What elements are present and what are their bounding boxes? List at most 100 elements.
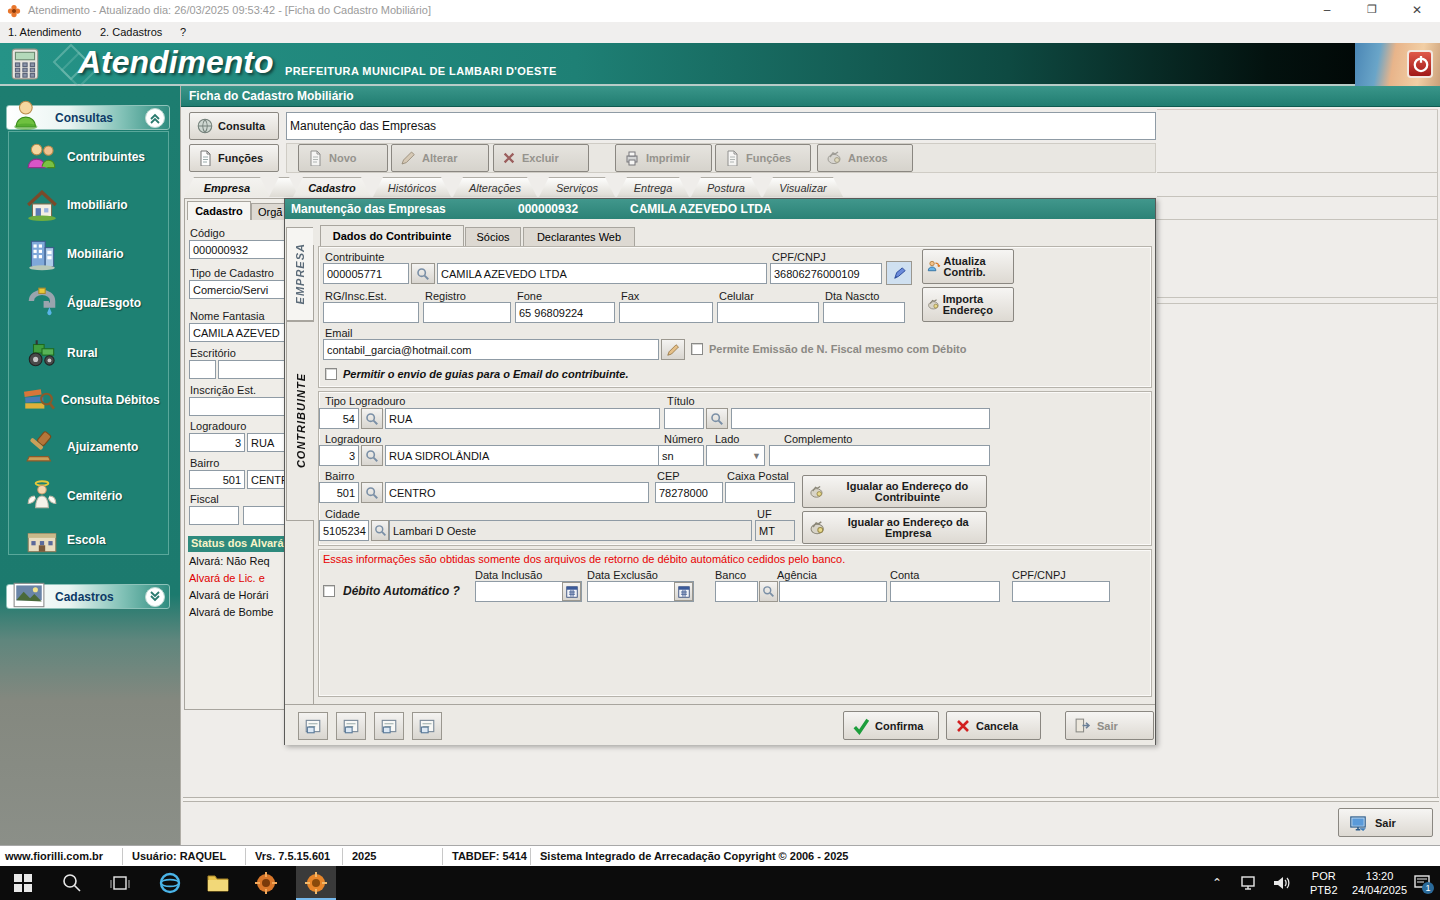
confirma-button[interactable]: Confirma — [843, 711, 939, 740]
panel-tab-cadastro[interactable]: Cadastro — [187, 201, 251, 220]
nav-button-2[interactable] — [336, 712, 366, 740]
explorer-button[interactable] — [206, 872, 230, 894]
expand-circle[interactable] — [145, 587, 165, 607]
conta-field[interactable] — [890, 581, 1000, 602]
tray-chevron[interactable]: ⌃ — [1212, 876, 1222, 890]
permite-nf-checkbox[interactable] — [691, 343, 703, 355]
lang-indicator[interactable]: POR PTB2 — [1310, 869, 1338, 897]
banco-search[interactable] — [759, 581, 778, 602]
minimize-button[interactable]: – — [1312, 3, 1342, 19]
cancela-button[interactable]: Cancela — [946, 711, 1041, 740]
volume-icon[interactable] — [1272, 874, 1292, 896]
contribuinte-search-button[interactable] — [411, 263, 435, 284]
panel-logradouro-num[interactable]: 3 — [189, 433, 245, 452]
cep-field[interactable]: 78278000 — [655, 482, 723, 503]
funcoes-button[interactable]: Funções — [189, 144, 279, 172]
logradouro-code[interactable]: 3 — [319, 445, 359, 466]
menu-atendimento[interactable]: 1. Atendimento — [8, 26, 81, 38]
close-button[interactable]: ✕ — [1402, 3, 1432, 19]
app1-button[interactable] — [254, 871, 278, 895]
subtab-socios[interactable]: Sócios — [465, 227, 521, 246]
sidebar-item-rural[interactable]: Rural — [67, 346, 98, 360]
funcoes2-button[interactable]: Funções — [715, 144, 811, 172]
novo-button[interactable]: Novo — [298, 144, 388, 172]
excluir-button[interactable]: Excluir — [493, 144, 589, 172]
taskbar-search[interactable] — [62, 873, 82, 893]
nav-button-1[interactable] — [298, 712, 328, 740]
caixa-postal-field[interactable] — [725, 482, 795, 503]
restore-button[interactable]: ❐ — [1357, 3, 1387, 19]
sidebar-item-contribuintes[interactable]: Contribuintes — [67, 150, 145, 164]
dtanascto-field[interactable] — [823, 302, 905, 323]
lado-select[interactable]: ▼ — [706, 445, 765, 466]
agencia-field[interactable] — [779, 581, 887, 602]
cidade-code[interactable]: 5105234 — [319, 520, 369, 541]
side-tab-contribuinte[interactable]: CONTRIBUINTE — [286, 321, 314, 521]
sidebar-item-cemiterio[interactable]: Cemitério — [67, 489, 122, 503]
email-field[interactable]: contabil_garcia@hotmail.com — [323, 339, 659, 360]
tab-historicos[interactable]: Históricos — [373, 177, 451, 197]
tab-postura[interactable]: Postura — [691, 177, 761, 197]
tab-servicos[interactable]: Serviços — [539, 177, 615, 197]
sidebar-item-agua[interactable]: Água/Esgoto — [67, 296, 141, 310]
alterar-button[interactable]: Alterar — [391, 144, 489, 172]
collapse-circle[interactable] — [145, 108, 165, 128]
sidebar-item-imobiliario[interactable]: Imobiliário — [67, 198, 128, 212]
data-inclusao-cal[interactable] — [562, 582, 581, 601]
tab-alteracoes[interactable]: Alterações — [453, 177, 537, 197]
atualiza-contrib-button[interactable]: Atualiza Contrib. — [922, 249, 1014, 284]
bottom-sair-button[interactable]: Sair — [1338, 808, 1433, 837]
permitir-guias-checkbox[interactable] — [325, 368, 337, 380]
importa-endereco-button[interactable]: Importa Endereço — [922, 287, 1014, 322]
titulo-name[interactable] — [731, 408, 990, 429]
contribuinte-name-field[interactable]: CAMILA AZEVEDO LTDA — [437, 263, 767, 284]
modal-sair-button[interactable]: Sair — [1065, 711, 1154, 740]
menu-cadastros[interactable]: 2. Cadastros — [100, 26, 162, 38]
fax-field[interactable] — [619, 302, 713, 323]
registro-field[interactable] — [423, 302, 511, 323]
app2-button-active[interactable] — [296, 866, 336, 900]
tab-cadastro[interactable]: Cadastro — [293, 177, 371, 197]
clock[interactable]: 13:20 24/04/2025 — [1352, 869, 1407, 897]
imprimir-button[interactable]: Imprimir — [615, 144, 712, 172]
data-exclusao-cal[interactable] — [674, 582, 693, 601]
cidade-search[interactable] — [371, 520, 389, 541]
fone-field[interactable]: 65 96809224 — [515, 302, 615, 323]
titulo-search[interactable] — [706, 408, 728, 429]
query-field[interactable]: Manutenção das Empresas — [286, 112, 1156, 140]
bairro-code[interactable]: 501 — [319, 482, 359, 503]
debito-automatico-checkbox[interactable] — [323, 585, 335, 597]
ie-button[interactable] — [158, 871, 182, 895]
anexos-button[interactable]: Anexos — [817, 144, 913, 172]
cpf-edit-button[interactable] — [886, 261, 912, 285]
nav-button-4[interactable] — [412, 712, 442, 740]
nav-button-3[interactable] — [374, 712, 404, 740]
numero-field[interactable]: sn — [658, 445, 704, 466]
rg-field[interactable] — [323, 302, 419, 323]
panel-bairro-num[interactable]: 501 — [189, 470, 245, 489]
sidebar-item-escola[interactable]: Escola — [67, 533, 106, 547]
tab-empresa[interactable]: Empresa — [184, 177, 270, 197]
sidebar-item-mobiliario[interactable]: Mobiliário — [67, 247, 124, 261]
subtab-dados[interactable]: Dados do Contribuinte — [320, 225, 464, 246]
task-view-button[interactable] — [110, 873, 130, 893]
network-icon[interactable] — [1240, 874, 1260, 896]
cpf-field[interactable]: 36806276000109 — [770, 263, 882, 284]
debito-cpf-field[interactable] — [1012, 581, 1110, 602]
titulo-field[interactable] — [664, 408, 704, 429]
codigo-field[interactable]: 000000932 — [189, 240, 297, 259]
bairro-name[interactable]: CENTRO — [385, 482, 649, 503]
igualar-empresa-button[interactable]: Igualar ao Endereço da Empresa — [802, 511, 987, 544]
celular-field[interactable] — [717, 302, 819, 323]
igualar-contribuinte-button[interactable]: Igualar ao Endereço do Contribuinte — [802, 475, 987, 508]
tab-entrega[interactable]: Entrega — [617, 177, 689, 197]
menu-help[interactable]: ? — [180, 26, 186, 38]
tipo-logradouro-name[interactable]: RUA — [385, 408, 660, 429]
tab-visualizar[interactable]: Visualizar — [763, 177, 843, 197]
bairro-search[interactable] — [361, 482, 383, 503]
tipo-logradouro-search[interactable] — [361, 408, 383, 429]
subtab-declarantes[interactable]: Declarantes Web — [523, 227, 635, 246]
tipo-logradouro-code[interactable]: 54 — [319, 408, 359, 429]
start-button[interactable] — [14, 874, 32, 892]
logradouro-search[interactable] — [361, 445, 383, 466]
